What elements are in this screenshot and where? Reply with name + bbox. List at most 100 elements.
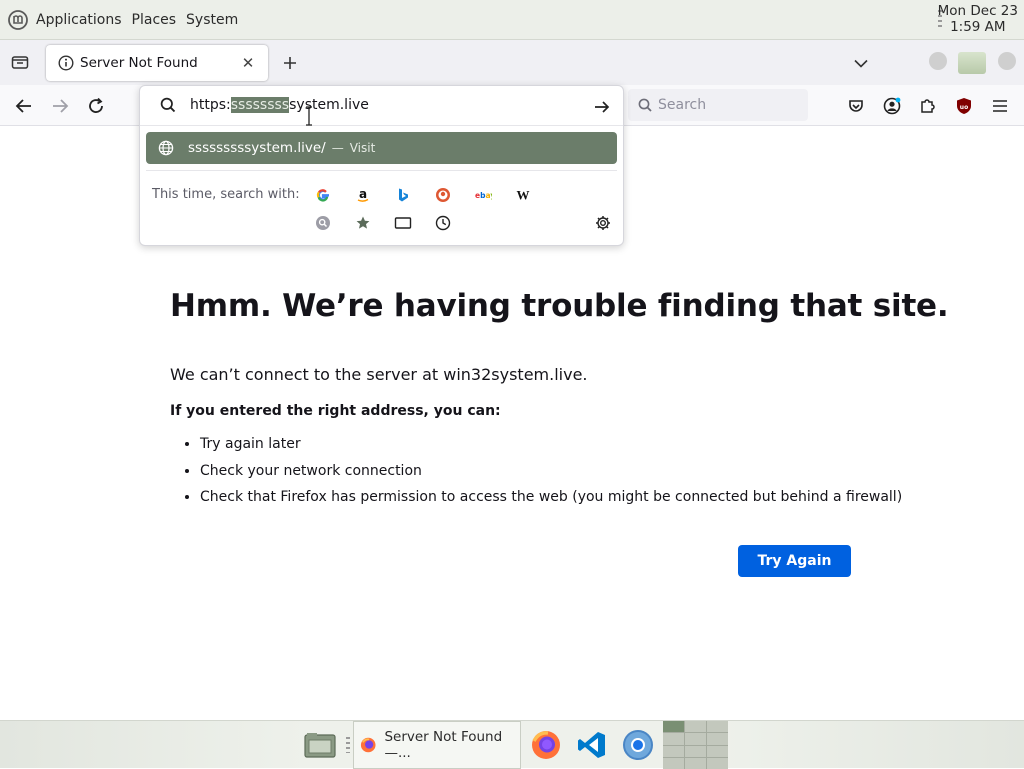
workspace-9[interactable]	[707, 745, 728, 757]
engine-google[interactable]	[312, 184, 334, 206]
suggestion-separator: —	[331, 141, 344, 155]
bookmarks-star-icon	[356, 216, 370, 229]
puzzle-icon	[921, 99, 935, 113]
engine-bing[interactable]	[392, 184, 414, 206]
url-input[interactable]: https:sssssssssystem.live	[190, 97, 369, 113]
firefox-view-button[interactable]	[8, 50, 32, 74]
urlbar-input-row[interactable]: https:sssssssssystem.live	[140, 86, 623, 126]
list-all-tabs-button[interactable]	[850, 52, 872, 74]
menu-system[interactable]: System	[186, 12, 238, 28]
taskbar-grip	[346, 737, 350, 753]
amazon-icon: a	[357, 187, 369, 202]
error-title: Hmm. We’re having trouble finding that s…	[170, 288, 949, 324]
ublock-button[interactable]: uo	[951, 93, 977, 119]
reload-icon	[89, 97, 103, 113]
workspace-5[interactable]	[685, 733, 706, 745]
engine-amazon[interactable]: a	[352, 184, 374, 206]
svg-text:a: a	[359, 187, 367, 201]
launcher-vscode[interactable]	[572, 721, 612, 769]
suggestion-url: sssssssssystem.live/	[188, 140, 326, 156]
text-cursor-icon	[306, 106, 312, 126]
workspace-1[interactable]	[663, 721, 684, 733]
workspace-6[interactable]	[707, 733, 728, 745]
workspace-12[interactable]	[707, 757, 728, 769]
mint-logo-icon[interactable]	[8, 9, 28, 30]
tabs-icon	[394, 217, 412, 229]
reload-button[interactable]	[83, 93, 109, 119]
clock-date: Mon Dec 23	[937, 3, 1018, 19]
hamburger-menu-icon	[993, 100, 1007, 112]
launcher-chromium[interactable]	[618, 721, 658, 769]
forward-button[interactable]	[47, 93, 73, 119]
workspace-3[interactable]	[707, 721, 728, 733]
globe-icon	[158, 140, 174, 156]
pocket-icon	[849, 100, 863, 112]
engine-duckduckgo[interactable]	[432, 184, 454, 206]
svg-text:W: W	[517, 188, 530, 203]
workspace-8[interactable]	[685, 745, 706, 757]
list-item: Try again later	[200, 436, 902, 463]
tab-title: Server Not Found	[80, 55, 198, 71]
file-manager-icon	[304, 733, 336, 758]
pocket-button[interactable]	[843, 93, 869, 119]
new-tab-button[interactable]	[278, 51, 302, 75]
vscode-icon	[578, 732, 605, 758]
oneoff-label: This time, search with:	[152, 187, 300, 202]
menu-applications[interactable]: Applications	[36, 12, 122, 28]
workspace-7[interactable]	[663, 745, 684, 757]
back-button[interactable]	[11, 93, 37, 119]
top-panel: Applications Places System Mon Dec 23 1:…	[0, 0, 1024, 40]
maximize-button[interactable]	[958, 52, 986, 74]
search-icon	[160, 97, 176, 113]
svg-text:ebay: ebay	[475, 191, 492, 200]
workspace-4[interactable]	[663, 733, 684, 745]
mode-bookmarks[interactable]	[352, 212, 374, 234]
taskbar: Server Not Found —...	[0, 720, 1024, 769]
mode-tabs[interactable]	[392, 212, 414, 234]
ebay-icon: ebay	[475, 191, 492, 200]
workspace-2[interactable]	[685, 721, 706, 733]
account-button[interactable]	[879, 93, 905, 119]
taskbar-window-firefox[interactable]: Server Not Found —...	[353, 721, 521, 769]
try-again-button[interactable]: Try Again	[738, 545, 851, 577]
tab-strip: Server Not Found ✕	[0, 40, 1024, 85]
minimize-button[interactable]	[929, 52, 947, 70]
suggestion-visit-row[interactable]: sssssssssystem.live/ — Visit	[146, 132, 617, 164]
arrow-right-icon	[53, 99, 69, 113]
go-button[interactable]	[591, 96, 613, 118]
url-suffix: system.live	[289, 97, 369, 113]
extensions-button[interactable]	[915, 93, 941, 119]
firefox-icon	[360, 737, 376, 753]
launcher-firefox[interactable]	[526, 721, 566, 769]
google-icon	[316, 189, 329, 202]
workspace-switcher[interactable]	[663, 721, 728, 769]
menu-places[interactable]: Places	[132, 12, 177, 28]
list-item: Check your network connection	[200, 463, 902, 490]
history-clock-icon	[435, 215, 451, 231]
ublock-shield-icon: uo	[957, 98, 971, 114]
app-menu-button[interactable]	[987, 93, 1013, 119]
search-settings-button[interactable]	[592, 212, 614, 234]
search-placeholder: Search	[658, 97, 707, 113]
search-box[interactable]: Search	[628, 89, 808, 121]
show-desktop-button[interactable]	[298, 721, 342, 769]
wikipedia-icon: W	[517, 188, 530, 203]
svg-text:uo: uo	[960, 104, 968, 111]
firefox-view-icon	[11, 56, 29, 69]
bing-icon	[399, 188, 408, 202]
chevron-down-icon	[854, 59, 868, 68]
clock-time: 1:59 AM	[950, 19, 1006, 35]
close-window-button[interactable]	[998, 52, 1016, 70]
workspace-10[interactable]	[663, 757, 684, 769]
engine-wikipedia[interactable]: W	[512, 184, 534, 206]
mode-history[interactable]	[432, 212, 454, 234]
mode-search-history[interactable]	[312, 212, 334, 234]
clock[interactable]: Mon Dec 23 1:59 AM	[938, 3, 1018, 35]
info-icon	[58, 55, 74, 71]
oneoff-divider	[146, 170, 617, 171]
close-tab-icon[interactable]: ✕	[238, 53, 258, 73]
workspace-11[interactable]	[685, 757, 706, 769]
list-item: Check that Firefox has permission to acc…	[200, 489, 902, 516]
engine-ebay[interactable]: ebay	[472, 184, 494, 206]
tab-server-not-found[interactable]: Server Not Found ✕	[46, 45, 268, 81]
